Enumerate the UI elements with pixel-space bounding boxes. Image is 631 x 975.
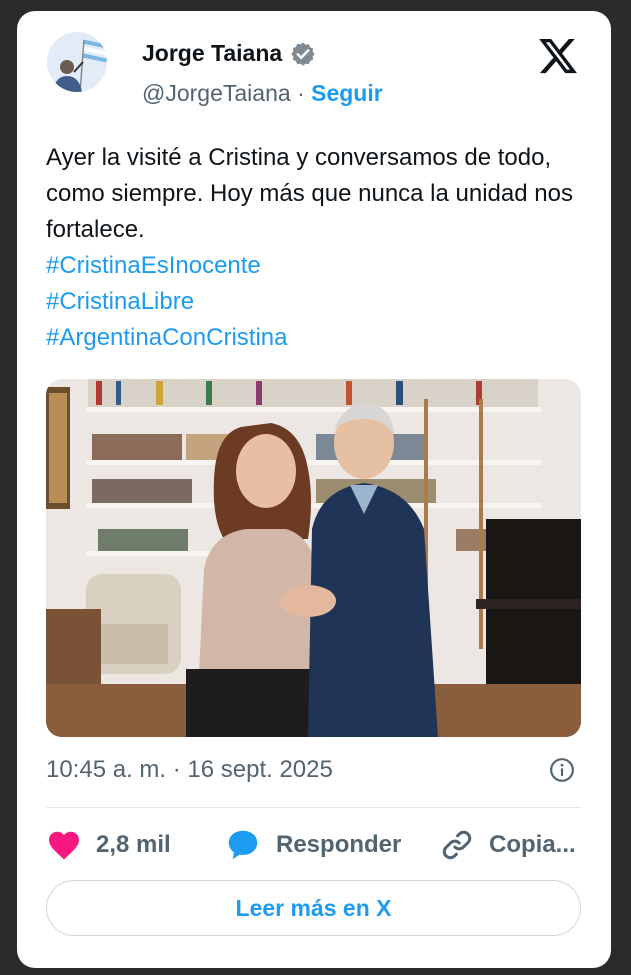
author-handle-row: @JorgeTaiana · Seguir <box>142 80 383 107</box>
reply-label: Responder <box>276 831 402 858</box>
follow-button[interactable]: Seguir <box>311 80 383 106</box>
tweet-timestamp[interactable]: 10:45 a. m. · 16 sept. 2025 <box>46 756 333 784</box>
copy-link-button[interactable]: Copia... <box>439 823 576 867</box>
author-handle[interactable]: @JorgeTaiana <box>142 80 291 106</box>
heart-icon <box>49 831 79 860</box>
tweet-text: Ayer la visité a Cristina y conversamos … <box>46 140 586 356</box>
speech-bubble-icon <box>228 830 258 860</box>
like-count: 2,8 mil <box>96 831 171 858</box>
like-button[interactable]: 2,8 mil <box>46 823 171 867</box>
hashtag-argentinaconcristina[interactable]: #ArgentinaConCristina <box>46 320 586 356</box>
read-more-button[interactable]: Leer más en X <box>46 880 581 936</box>
copy-label: Copia... <box>489 831 576 858</box>
tweet-photo[interactable] <box>46 379 581 737</box>
tweet-actions: 2,8 mil Responder Copia... <box>46 823 581 867</box>
tweet-card: Jorge Taiana @JorgeTaiana · Seguir Ayer … <box>17 11 611 968</box>
hashtag-cristinalibre[interactable]: #CristinaLibre <box>46 284 586 320</box>
author-name[interactable]: Jorge Taiana <box>142 40 282 67</box>
x-logo-icon[interactable] <box>537 35 579 77</box>
avatar[interactable] <box>47 32 107 92</box>
verified-badge-icon <box>291 42 315 66</box>
author-name-row: Jorge Taiana <box>142 40 316 67</box>
divider <box>46 807 581 808</box>
tweet-body: Ayer la visité a Cristina y conversamos … <box>46 144 573 243</box>
link-icon <box>442 830 472 860</box>
hashtag-cristinaesinocente[interactable]: #CristinaEsInocente <box>46 248 586 284</box>
separator-dot: · <box>297 80 305 106</box>
info-icon[interactable] <box>549 757 575 783</box>
reply-button[interactable]: Responder <box>224 823 401 867</box>
